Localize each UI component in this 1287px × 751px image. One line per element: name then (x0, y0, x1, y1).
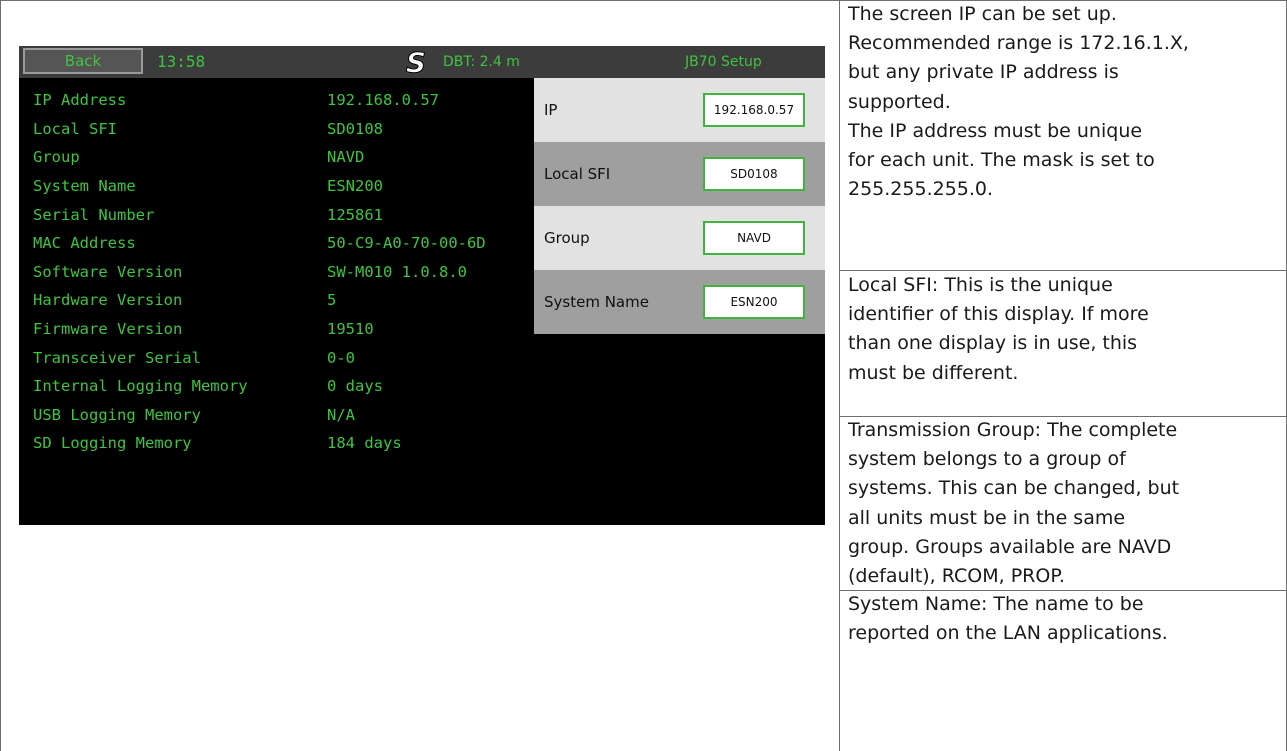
info-label: SD Logging Memory (33, 434, 192, 453)
group-field[interactable]: NAVD (703, 221, 805, 255)
info-row: Hardware Version 5 (33, 286, 533, 315)
info-value: 0 days (327, 377, 383, 396)
info-label: Software Version (33, 262, 183, 281)
info-value: ESN200 (327, 177, 383, 196)
description-line: Recommended range is 172.16.1.X, (848, 32, 1189, 55)
description-line: 255.255.255.0. (848, 178, 994, 201)
panel-row-local-sfi[interactable]: Local SFI SD0108 (534, 142, 825, 206)
info-value: 5 (327, 291, 337, 310)
panel-label-ip: IP (544, 101, 558, 119)
device-top-bar: Back 13:58 S DBT: 2.4 m JB70 Setup (19, 46, 825, 78)
info-value: 184 days (327, 434, 402, 453)
description-line: The screen IP can be set up. (848, 3, 1117, 25)
description-line: The IP address must be unique (848, 119, 1143, 142)
description-line: group. Groups available are NAVD (848, 535, 1172, 558)
panel-row-ip[interactable]: IP 192.168.0.57 (534, 78, 825, 142)
description-line: reported on the LAN applications. (848, 622, 1168, 645)
system-name-field[interactable]: ESN200 (703, 285, 805, 319)
info-value: SW-M010 1.0.8.0 (327, 262, 467, 281)
description-line: systems. This can be changed, but (848, 477, 1180, 500)
description-line: System Name: The name to be (848, 593, 1144, 615)
info-label: Hardware Version (33, 291, 183, 310)
info-row: SD Logging Memory 184 days (33, 429, 533, 458)
info-value: NAVD (327, 148, 365, 167)
local-sfi-field[interactable]: SD0108 (703, 157, 805, 191)
panel-label-system-name: System Name (544, 293, 649, 311)
s-logo-icon: S (399, 46, 433, 78)
description-line: for each unit. The mask is set to (848, 149, 1155, 172)
depth-readout: DBT: 2.4 m (443, 54, 520, 70)
panel-row-group[interactable]: Group NAVD (534, 206, 825, 270)
info-row: Firmware Version 19510 (33, 315, 533, 344)
info-label: MAC Address (33, 234, 136, 253)
description-local-sfi: Local SFI: This is the unique identifier … (848, 271, 1149, 388)
info-row: Internal Logging Memory 0 days (33, 372, 533, 401)
info-label: Firmware Version (33, 320, 183, 339)
description-line: (default), RCOM, PROP. (848, 565, 1065, 588)
info-row: Group NAVD (33, 143, 533, 172)
back-button[interactable]: Back (23, 48, 143, 74)
info-row: Serial Number 125861 (33, 200, 533, 229)
table-border-left (0, 0, 1, 751)
info-value: 19510 (327, 320, 374, 339)
info-value: SD0108 (327, 119, 383, 138)
info-row: Software Version SW-M010 1.0.8.0 (33, 258, 533, 287)
description-line: system belongs to a group of (848, 448, 1126, 471)
description-line: but any private IP address is (848, 61, 1119, 84)
description-system-name: System Name: The name to be reported on t… (848, 590, 1168, 648)
settings-edit-panel: IP 192.168.0.57 Local SFI SD0108 Group NAVD Sy… (534, 78, 825, 334)
info-label: Serial Number (33, 205, 155, 224)
screen-title: JB70 Setup (685, 54, 762, 70)
info-row: IP Address 192.168.0.57 (33, 86, 533, 115)
device-screen: Back 13:58 S DBT: 2.4 m JB70 Setup IP Ad… (19, 46, 825, 525)
description-line: must be different. (848, 361, 1019, 384)
info-label: USB Logging Memory (33, 405, 201, 424)
info-row: USB Logging Memory N/A (33, 401, 533, 430)
info-label: Local SFI (33, 119, 117, 138)
info-row: Transceiver Serial 0-0 (33, 343, 533, 372)
info-label: Group (33, 148, 80, 167)
table-border-column (839, 0, 840, 751)
info-row: Local SFI SD0108 (33, 115, 533, 144)
panel-row-system-name[interactable]: System Name ESN200 (534, 270, 825, 334)
info-label: IP Address (33, 91, 127, 110)
description-line: Transmission Group: The complete (848, 419, 1178, 441)
info-value: 0-0 (327, 348, 355, 367)
panel-label-group: Group (544, 229, 590, 247)
info-value: N/A (327, 405, 355, 424)
info-label: System Name (33, 177, 136, 196)
info-value: 125861 (327, 205, 383, 224)
description-line: supported. (848, 90, 951, 113)
info-row: System Name ESN200 (33, 172, 533, 201)
description-line: all units must be in the same (848, 506, 1126, 529)
info-value: 50-C9-A0-70-00-6D (327, 234, 486, 253)
info-label: Transceiver Serial (33, 348, 201, 367)
description-line: identifier of this display. If more (848, 303, 1149, 326)
info-label: Internal Logging Memory (33, 377, 248, 396)
clock: 13:58 (157, 52, 206, 71)
description-line: than one display is in use, this (848, 332, 1138, 355)
device-info-list: IP Address 192.168.0.57 Local SFI SD0108 Gro… (33, 86, 533, 458)
description-ip: The screen IP can be set up. Recommended … (848, 0, 1189, 204)
ip-field[interactable]: 192.168.0.57 (703, 93, 805, 127)
description-line: Local SFI: This is the unique (848, 274, 1113, 296)
panel-label-local-sfi: Local SFI (544, 165, 611, 183)
description-group: Transmission Group: The complete system b… (848, 416, 1179, 591)
svg-text:S: S (406, 46, 426, 78)
info-row: MAC Address 50-C9-A0-70-00-6D (33, 229, 533, 258)
info-value: 192.168.0.57 (327, 91, 439, 110)
